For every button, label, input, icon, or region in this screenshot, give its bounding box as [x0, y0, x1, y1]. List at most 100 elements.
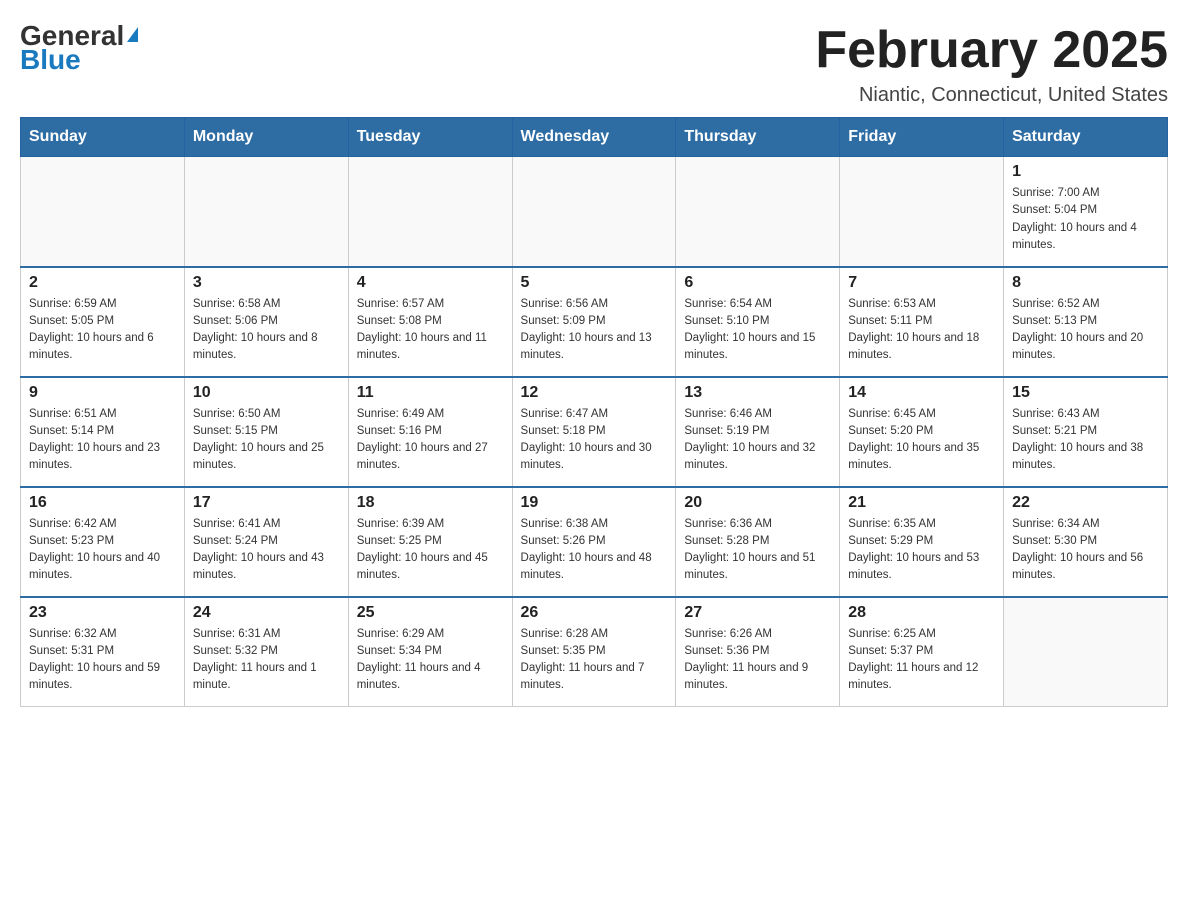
day-number: 9 — [29, 384, 176, 402]
page-header: General Blue February 2025 Niantic, Conn… — [20, 20, 1168, 107]
day-number: 14 — [848, 384, 995, 402]
day-info: Sunrise: 6:26 AMSunset: 5:36 PMDaylight:… — [684, 626, 831, 695]
calendar-cell: 23 Sunrise: 6:32 AMSunset: 5:31 PMDayligh… — [21, 597, 185, 707]
day-number: 23 — [29, 604, 176, 622]
calendar-cell: 27 Sunrise: 6:26 AMSunset: 5:36 PMDayligh… — [676, 597, 840, 707]
day-info: Sunrise: 6:58 AMSunset: 5:06 PMDaylight:… — [193, 296, 340, 365]
logo: General Blue — [20, 20, 138, 76]
calendar-cell — [348, 157, 512, 267]
day-number: 27 — [684, 604, 831, 622]
month-title: February 2025 — [815, 20, 1168, 80]
day-number: 6 — [684, 274, 831, 292]
day-number: 2 — [29, 274, 176, 292]
day-info: Sunrise: 6:52 AMSunset: 5:13 PMDaylight:… — [1012, 296, 1159, 365]
day-number: 17 — [193, 494, 340, 512]
calendar-cell: 28 Sunrise: 6:25 AMSunset: 5:37 PMDayligh… — [840, 597, 1004, 707]
day-number: 5 — [521, 274, 668, 292]
calendar-cell — [512, 157, 676, 267]
day-info: Sunrise: 6:50 AMSunset: 5:15 PMDaylight:… — [193, 406, 340, 475]
header-sunday: Sunday — [21, 118, 185, 157]
day-number: 7 — [848, 274, 995, 292]
day-info: Sunrise: 6:43 AMSunset: 5:21 PMDaylight:… — [1012, 406, 1159, 475]
header-thursday: Thursday — [676, 118, 840, 157]
day-number: 28 — [848, 604, 995, 622]
day-info: Sunrise: 6:56 AMSunset: 5:09 PMDaylight:… — [521, 296, 668, 365]
calendar-cell: 26Sunrise: 6:28 AMSunset: 5:35 PMDayligh… — [512, 597, 676, 707]
header-friday: Friday — [840, 118, 1004, 157]
day-number: 19 — [521, 494, 668, 512]
day-number: 15 — [1012, 384, 1159, 402]
calendar-header-row: Sunday Monday Tuesday Wednesday Thursday… — [21, 118, 1168, 157]
calendar-cell: 6 Sunrise: 6:54 AMSunset: 5:10 PMDaylight… — [676, 267, 840, 377]
calendar-cell: 18 Sunrise: 6:39 AMSunset: 5:25 PMDayligh… — [348, 487, 512, 597]
day-number: 18 — [357, 494, 504, 512]
header-wednesday: Wednesday — [512, 118, 676, 157]
calendar-cell: 14 Sunrise: 6:45 AMSunset: 5:20 PMDayligh… — [840, 377, 1004, 487]
calendar-cell: 22 Sunrise: 6:34 AMSunset: 5:30 PMDayligh… — [1004, 487, 1168, 597]
day-number: 21 — [848, 494, 995, 512]
day-info: Sunrise: 6:45 AMSunset: 5:20 PMDaylight:… — [848, 406, 995, 475]
day-number: 4 — [357, 274, 504, 292]
calendar-cell — [1004, 597, 1168, 707]
day-info: Sunrise: 6:36 AMSunset: 5:28 PMDaylight:… — [684, 516, 831, 585]
day-info: Sunrise: 6:59 AMSunset: 5:05 PMDaylight:… — [29, 296, 176, 365]
day-number: 24 — [193, 604, 340, 622]
calendar-cell: 13 Sunrise: 6:46 AMSunset: 5:19 PMDayligh… — [676, 377, 840, 487]
day-number: 26 — [521, 604, 668, 622]
calendar-cell: 15 Sunrise: 6:43 AMSunset: 5:21 PMDayligh… — [1004, 377, 1168, 487]
calendar-cell — [184, 157, 348, 267]
calendar-cell: 1 Sunrise: 7:00 AMSunset: 5:04 PMDaylight… — [1004, 157, 1168, 267]
logo-blue-text: Blue — [20, 44, 81, 76]
day-info: Sunrise: 6:46 AMSunset: 5:19 PMDaylight:… — [684, 406, 831, 475]
calendar-week-row: 9 Sunrise: 6:51 AMSunset: 5:14 PMDaylight… — [21, 377, 1168, 487]
header-saturday: Saturday — [1004, 118, 1168, 157]
day-number: 10 — [193, 384, 340, 402]
calendar-cell: 8 Sunrise: 6:52 AMSunset: 5:13 PMDaylight… — [1004, 267, 1168, 377]
calendar-week-row: 1 Sunrise: 7:00 AMSunset: 5:04 PMDaylight… — [21, 157, 1168, 267]
day-number: 8 — [1012, 274, 1159, 292]
calendar-cell: 4Sunrise: 6:57 AMSunset: 5:08 PMDaylight… — [348, 267, 512, 377]
day-number: 25 — [357, 604, 504, 622]
calendar-cell: 21 Sunrise: 6:35 AMSunset: 5:29 PMDayligh… — [840, 487, 1004, 597]
calendar-cell — [21, 157, 185, 267]
calendar-cell: 2 Sunrise: 6:59 AMSunset: 5:05 PMDaylight… — [21, 267, 185, 377]
day-number: 3 — [193, 274, 340, 292]
calendar-cell — [840, 157, 1004, 267]
calendar-cell — [676, 157, 840, 267]
calendar-week-row: 16 Sunrise: 6:42 AMSunset: 5:23 PMDayligh… — [21, 487, 1168, 597]
calendar-cell: 16 Sunrise: 6:42 AMSunset: 5:23 PMDayligh… — [21, 487, 185, 597]
header-monday: Monday — [184, 118, 348, 157]
day-info: Sunrise: 6:51 AMSunset: 5:14 PMDaylight:… — [29, 406, 176, 475]
day-info: Sunrise: 6:49 AMSunset: 5:16 PMDaylight:… — [357, 406, 504, 475]
day-info: Sunrise: 6:53 AMSunset: 5:11 PMDaylight:… — [848, 296, 995, 365]
day-info: Sunrise: 7:00 AMSunset: 5:04 PMDaylight:… — [1012, 185, 1159, 254]
day-info: Sunrise: 6:25 AMSunset: 5:37 PMDaylight:… — [848, 626, 995, 695]
day-info: Sunrise: 6:35 AMSunset: 5:29 PMDaylight:… — [848, 516, 995, 585]
day-info: Sunrise: 6:42 AMSunset: 5:23 PMDaylight:… — [29, 516, 176, 585]
title-section: February 2025 Niantic, Connecticut, Unit… — [815, 20, 1168, 107]
day-number: 12 — [521, 384, 668, 402]
day-info: Sunrise: 6:31 AMSunset: 5:32 PMDaylight:… — [193, 626, 340, 695]
calendar-cell: 12 Sunrise: 6:47 AMSunset: 5:18 PMDayligh… — [512, 377, 676, 487]
calendar-cell: 3 Sunrise: 6:58 AMSunset: 5:06 PMDaylight… — [184, 267, 348, 377]
day-info: Sunrise: 6:41 AMSunset: 5:24 PMDaylight:… — [193, 516, 340, 585]
day-info: Sunrise: 6:34 AMSunset: 5:30 PMDaylight:… — [1012, 516, 1159, 585]
calendar-cell: 17 Sunrise: 6:41 AMSunset: 5:24 PMDayligh… — [184, 487, 348, 597]
calendar-week-row: 2 Sunrise: 6:59 AMSunset: 5:05 PMDaylight… — [21, 267, 1168, 377]
day-number: 13 — [684, 384, 831, 402]
day-number: 22 — [1012, 494, 1159, 512]
calendar-cell: 9 Sunrise: 6:51 AMSunset: 5:14 PMDaylight… — [21, 377, 185, 487]
day-info: Sunrise: 6:54 AMSunset: 5:10 PMDaylight:… — [684, 296, 831, 365]
day-info: Sunrise: 6:32 AMSunset: 5:31 PMDaylight:… — [29, 626, 176, 695]
calendar-cell: 20 Sunrise: 6:36 AMSunset: 5:28 PMDayligh… — [676, 487, 840, 597]
day-number: 20 — [684, 494, 831, 512]
day-info: Sunrise: 6:47 AMSunset: 5:18 PMDaylight:… — [521, 406, 668, 475]
calendar-table: Sunday Monday Tuesday Wednesday Thursday… — [20, 117, 1168, 707]
day-info: Sunrise: 6:29 AMSunset: 5:34 PMDaylight:… — [357, 626, 504, 695]
day-number: 16 — [29, 494, 176, 512]
calendar-cell: 24 Sunrise: 6:31 AMSunset: 5:32 PMDayligh… — [184, 597, 348, 707]
calendar-cell: 25 Sunrise: 6:29 AMSunset: 5:34 PMDayligh… — [348, 597, 512, 707]
day-info: Sunrise: 6:39 AMSunset: 5:25 PMDaylight:… — [357, 516, 504, 585]
calendar-cell: 7 Sunrise: 6:53 AMSunset: 5:11 PMDaylight… — [840, 267, 1004, 377]
day-number: 1 — [1012, 163, 1159, 181]
